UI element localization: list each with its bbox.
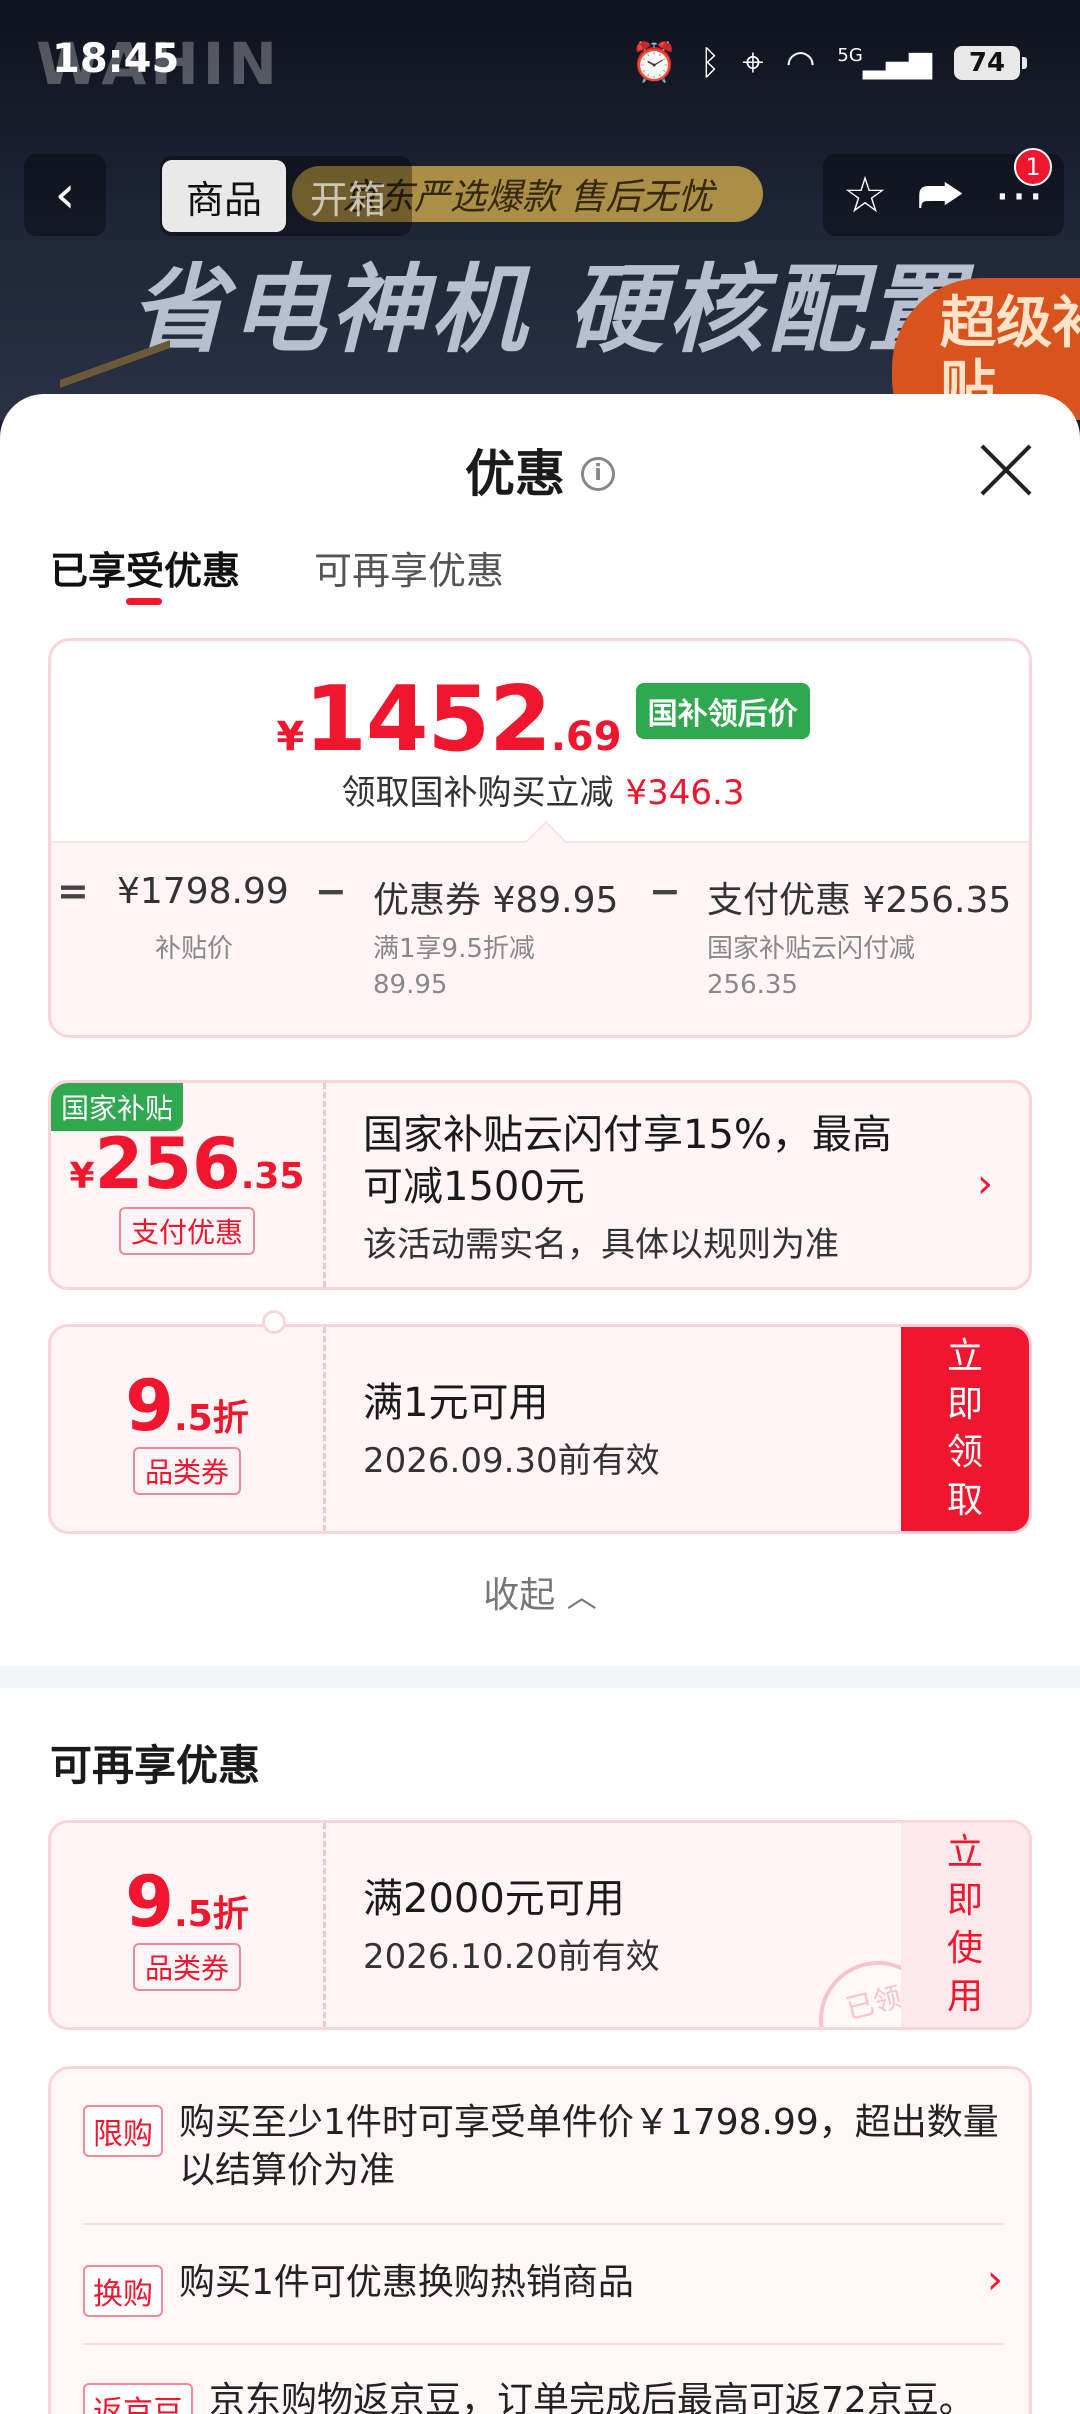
location-icon: ⌖ xyxy=(742,40,764,84)
bluetooth-icon: ᛒ xyxy=(699,42,721,83)
back-button[interactable]: ‹ xyxy=(24,154,106,236)
price-breakdown: = ¥1798.99 补贴价 − 优惠券 ¥89.95 满1享9.5折减 89.… xyxy=(51,841,1029,1035)
product-slogan: 省电神机 硬核配置 xyxy=(130,254,968,366)
coupon-condition: 满2000元可用 xyxy=(363,1876,625,1922)
info-icon[interactable]: i xyxy=(581,456,615,491)
coupon-notch xyxy=(262,1310,286,1334)
rule-tag-jingdou: 返京豆 xyxy=(83,2383,193,2414)
category-coupon-1: 9.5折 品类券 满1元可用 2026.09.30前有效 立即领取 xyxy=(48,1324,1032,1534)
save-amount: ¥346.3 xyxy=(625,773,745,813)
coupon-expiry: 2026.09.30前有效 xyxy=(363,1441,660,1481)
rule-divider xyxy=(83,2343,1003,2345)
price-decimal: .69 xyxy=(550,714,622,760)
coupon-discount-dec: .5折 xyxy=(173,1398,249,1439)
chevron-left-icon: ‹ xyxy=(54,165,76,225)
coupon-value: 9.5折 品类券 xyxy=(51,1823,323,2027)
battery-icon: 74 xyxy=(954,45,1027,80)
category-coupon-badge: 品类券 xyxy=(132,1943,241,1991)
nav-tabs: 商品 开箱 xyxy=(160,156,413,236)
price-tag: 国补领后价 xyxy=(635,683,810,739)
notification-badge: 1 xyxy=(1014,148,1052,186)
minus-sign-1: − xyxy=(315,869,347,913)
product-nav-bar: ‹ 京东严选爆款 售后无忧 商品 开箱 ☆ ⮫ ⋯ 1 xyxy=(0,148,1080,240)
star-icon[interactable]: ☆ xyxy=(843,166,888,224)
purchase-rules-card: 限购 购买至少1件时可享受单件价￥1798.99，超出数量 以结算价为准 换购 … xyxy=(48,2066,1032,2414)
coupon-amount: 优惠券 ¥89.95 xyxy=(373,880,619,921)
tab-more-discounts[interactable]: 可再享优惠 xyxy=(314,540,504,595)
category-coupon-badge: 品类券 xyxy=(132,1447,241,1495)
rule-text-exchange: 购买1件可优惠换购热销商品 xyxy=(179,2262,634,2303)
tab-enjoyed-discounts[interactable]: 已享受优惠 xyxy=(50,540,240,605)
final-price-section: ¥1452.69 国补领后价 领取国补购买立减 ¥346.3 xyxy=(51,641,1029,841)
coupon-divider xyxy=(323,1083,326,1287)
payment-discount: 支付优惠 ¥256.35 xyxy=(707,880,1012,921)
chevron-right-icon[interactable]: › xyxy=(987,2257,1003,2303)
sheet-title: 优惠 i xyxy=(0,434,1080,506)
payment-note-1: 国家补贴云闪付减 xyxy=(707,934,916,964)
minus-sign-2: − xyxy=(649,869,681,913)
rule-tag-exchange: 换购 xyxy=(83,2265,163,2317)
claim-now-button[interactable]: 立即领取 xyxy=(901,1327,1029,1531)
save-label: 领取国补购买立减 xyxy=(341,773,614,813)
status-icons: ⏰ ᛒ ⌖ ◠ 5G▂▄▆ 74 xyxy=(630,40,1027,85)
final-price: ¥1452.69 国补领后价 xyxy=(51,667,1029,772)
coupon-expiry: 2026.10.20前有效 xyxy=(363,1937,660,1977)
currency-symbol: ¥ xyxy=(276,714,305,760)
signal-icon: 5G▂▄▆ xyxy=(837,45,932,80)
coupon-note-1: 满1享9.5折减 xyxy=(373,934,535,964)
subsidy-card[interactable]: ¥256.35 支付优惠 国家补贴 国家补贴云闪付享15%，最高 可减1500元… xyxy=(48,1080,1032,1290)
rule-text-jingdou: 京东购物返京豆，订单完成后最高可返72京豆。 xyxy=(209,2380,975,2414)
subsidy-title: 国家补贴云闪付享15%，最高 可减1500元 xyxy=(363,1112,892,1210)
coupon-value: 9.5折 品类券 xyxy=(51,1327,323,1531)
tab-product[interactable]: 商品 xyxy=(162,160,287,232)
status-bar: 18:45 ⏰ ᛒ ⌖ ◠ 5G▂▄▆ 74 xyxy=(0,0,1080,110)
base-price-label: 补贴价 xyxy=(155,934,234,964)
equals-sign: = xyxy=(57,869,89,913)
coupon-discount-int: 9 xyxy=(125,1365,174,1447)
more-discounts-title: 可再享优惠 xyxy=(50,1741,261,1790)
payment-note-2: 256.35 xyxy=(707,970,798,1000)
subsidy-note: 该活动需实名，具体以规则为准 xyxy=(363,1225,839,1265)
wifi-icon: ◠ xyxy=(785,42,816,83)
category-coupon-2: 9.5折 品类券 满2000元可用 2026.10.20前有效 已领 立即使用 xyxy=(48,1820,1032,2030)
nav-actions: ☆ ⮫ ⋯ 1 xyxy=(822,148,1064,236)
sheet-title-text: 优惠 xyxy=(465,445,565,503)
rule-text-limit: 购买至少1件时可享受单件价￥1798.99，超出数量 以结算价为准 xyxy=(179,2102,999,2191)
tab-unboxing[interactable]: 开箱 xyxy=(286,160,410,232)
subsidy-amount: ¥256.35 xyxy=(69,1123,305,1205)
discount-sheet: 优惠 i 已享受优惠 可再享优惠 ¥1452.69 国补领后价 领取国补购买立减 ¥3… xyxy=(0,394,1080,2414)
share-icon[interactable]: ⮫ xyxy=(917,166,964,225)
status-time: 18:45 xyxy=(52,36,180,82)
rule-tag-limit: 限购 xyxy=(83,2105,163,2157)
coupon-note-2: 89.95 xyxy=(373,970,448,1000)
price-integer: 1452 xyxy=(304,667,551,772)
alarm-icon: ⏰ xyxy=(630,40,678,84)
coupon-divider xyxy=(323,1823,326,2027)
national-subsidy-ribbon: 国家补贴 xyxy=(51,1083,184,1131)
payment-discount-badge: 支付优惠 xyxy=(118,1207,255,1255)
chevron-right-icon[interactable]: › xyxy=(977,1161,993,1207)
coupon-divider xyxy=(323,1327,326,1531)
rule-divider xyxy=(83,2223,1003,2225)
chevron-up-icon: ︿ xyxy=(566,1580,597,1615)
discount-tabs: 已享受优惠 可再享优惠 xyxy=(50,540,504,605)
save-line: 领取国补购买立减 ¥346.3 xyxy=(51,765,1029,814)
base-price: ¥1798.99 xyxy=(117,871,289,912)
close-button[interactable] xyxy=(978,442,1034,498)
coupon-discount-dec: .5折 xyxy=(173,1894,249,1935)
section-divider xyxy=(0,1666,1080,1688)
collapse-button[interactable]: 收起 ︿ xyxy=(0,1566,1080,1618)
use-now-button[interactable]: 立即使用 xyxy=(901,1823,1029,2027)
price-summary-card: ¥1452.69 国补领后价 领取国补购买立减 ¥346.3 = ¥1798.99 … xyxy=(48,638,1032,1038)
coupon-condition: 满1元可用 xyxy=(363,1380,549,1426)
coupon-discount-int: 9 xyxy=(125,1861,174,1943)
